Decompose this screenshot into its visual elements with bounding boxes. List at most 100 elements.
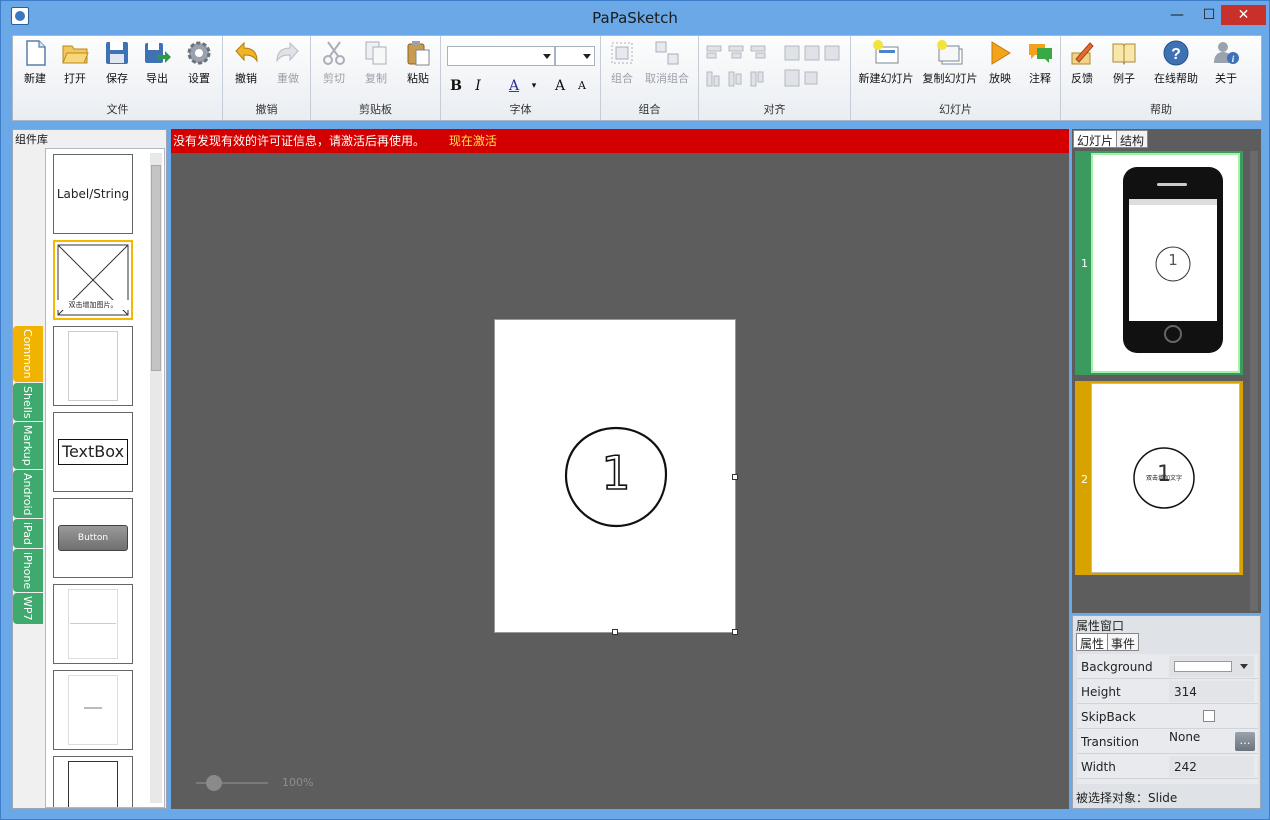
license-warning-bar: 没有发现有效的许可证信息，请激活后再使用。 现在激活 <box>171 129 1069 153</box>
comment-icon <box>1029 44 1052 63</box>
tab-properties[interactable]: 属性 <box>1076 633 1109 651</box>
undo-button[interactable]: 撤销 <box>229 39 263 86</box>
feedback-button[interactable]: 反馈 <box>1065 39 1099 86</box>
font-group-label: 字体 <box>509 103 532 116</box>
examples-button[interactable]: 例子 <box>1107 39 1141 86</box>
settings-button[interactable]: 设置 <box>183 39 215 86</box>
resize-handle-corner[interactable] <box>732 629 738 635</box>
slide-thumbnail-number: 1 <box>1081 257 1088 270</box>
gear-icon <box>187 41 211 65</box>
new-file-icon <box>26 40 46 66</box>
current-slide[interactable]: 1 <box>494 319 738 635</box>
ungroup-icon <box>655 41 679 65</box>
paragraph-preview <box>68 589 118 659</box>
play-button[interactable]: 放映 <box>985 39 1015 86</box>
save-disk-icon <box>106 42 128 64</box>
resize-handle-bottom[interactable] <box>612 629 618 635</box>
window-title: PaPaSketch <box>592 9 678 27</box>
help-group-label: 帮助 <box>1150 103 1172 116</box>
tab-ipad[interactable]: iPad <box>13 519 43 549</box>
comment-button[interactable]: 注释 <box>1025 39 1055 86</box>
slide-thumbnail-2[interactable]: 2 1 双击增加文字 <box>1075 381 1243 575</box>
save-button[interactable]: 保存 <box>101 39 133 86</box>
cut-button[interactable]: 剪切 <box>317 39 351 86</box>
slide-thumbnail-number: 2 <box>1081 473 1088 486</box>
width-input[interactable]: 242 <box>1169 756 1254 777</box>
copy-button[interactable]: 复制 <box>359 39 393 86</box>
copy-slide-icon <box>937 40 963 65</box>
transition-browse-button[interactable]: … <box>1235 732 1255 751</box>
tab-structure[interactable]: 结构 <box>1116 130 1149 148</box>
font-family-select[interactable] <box>447 46 555 66</box>
new-slide-button[interactable]: 新建幻灯片 <box>855 39 917 86</box>
open-folder-icon <box>62 45 89 64</box>
maximize-button[interactable]: ☐ <box>1196 5 1222 25</box>
component-label[interactable]: Label/String <box>53 154 133 234</box>
button-preview: Button <box>58 525 128 551</box>
slides-group: 新建幻灯片 复制幻灯片 放映 注释 幻灯片 <box>851 36 1061 120</box>
tab-shells[interactable]: Shells <box>13 382 43 422</box>
slides-scrollbar[interactable] <box>1250 151 1258 611</box>
thumbnail-circle-number: 1 <box>1168 251 1178 269</box>
activate-now-link[interactable]: 现在激活 <box>449 134 497 148</box>
zoom-control: 100% <box>196 773 336 793</box>
book-icon <box>1112 43 1136 66</box>
new-button[interactable]: 新建 <box>19 39 51 86</box>
slide-thumbnail-1[interactable]: 1 1 <box>1075 151 1243 375</box>
skipback-checkbox[interactable] <box>1203 710 1215 722</box>
undo-group: 撤销 重做 撤销 <box>223 36 311 120</box>
export-button[interactable]: 导出 <box>141 39 173 86</box>
zoom-slider-knob[interactable] <box>206 775 222 791</box>
group-button[interactable]: 组合 <box>607 39 637 86</box>
tab-wp7[interactable]: WP7 <box>13 593 43 624</box>
ungroup-button[interactable]: 取消组合 <box>641 39 693 86</box>
tab-common[interactable]: Common <box>13 326 43 382</box>
tab-markup[interactable]: Markup <box>13 422 43 469</box>
height-input[interactable]: 314 <box>1169 681 1254 702</box>
align-group-label: 对齐 <box>763 103 786 116</box>
close-button[interactable]: ✕ <box>1221 5 1266 25</box>
redo-button[interactable]: 重做 <box>271 39 305 86</box>
tab-iphone[interactable]: iPhone <box>13 549 43 593</box>
component-textbox[interactable]: TextBox <box>53 412 133 492</box>
font-color-dropdown[interactable]: ▾ <box>525 76 543 96</box>
component-list-scrollbar[interactable] <box>150 153 162 803</box>
component-category-tabs: Common Shells Markup Android iPad iPhone… <box>13 326 45 625</box>
italic-button[interactable]: I <box>469 76 487 96</box>
font-color-button[interactable]: A <box>505 76 523 96</box>
component-paragraph[interactable] <box>53 584 133 664</box>
tab-android[interactable]: Android <box>13 469 43 519</box>
component-button[interactable]: Button <box>53 498 133 578</box>
paste-button[interactable]: 粘贴 <box>401 39 435 86</box>
open-button[interactable]: 打开 <box>59 39 91 86</box>
about-button[interactable]: i 关于 <box>1209 39 1243 86</box>
slide-thumbnail-preview: 1 双击增加文字 <box>1091 383 1240 573</box>
resize-handle-right[interactable] <box>732 474 738 480</box>
align-group: 对齐 <box>699 36 851 120</box>
font-size-select[interactable] <box>555 46 595 66</box>
undo-arrow-icon <box>235 41 258 63</box>
background-color-picker[interactable] <box>1169 656 1254 677</box>
component-rectangle[interactable] <box>53 326 133 406</box>
grow-font-button[interactable]: A <box>551 76 569 96</box>
chevron-down-icon <box>583 54 591 59</box>
property-grid: Background Height 314 SkipBack Transitio… <box>1077 654 1258 784</box>
component-note[interactable] <box>53 670 133 750</box>
undo-group-label: 撤销 <box>255 103 278 116</box>
component-frame[interactable] <box>53 756 133 807</box>
design-canvas[interactable]: 没有发现有效的许可证信息，请激活后再使用。 现在激活 1 100% <box>171 129 1069 809</box>
clipboard-group: 剪切 复制 粘贴 剪贴板 <box>311 36 441 120</box>
property-name: Width <box>1081 760 1116 774</box>
online-help-button[interactable]: ? 在线帮助 <box>1151 39 1201 86</box>
bold-button[interactable]: B <box>447 76 465 96</box>
ribbon-toolbar: 新建 打开 保存 导出 设置 文件 撤销 重做 撤销 剪切 复制 粘贴 剪贴板 … <box>12 35 1262 121</box>
copy-slide-button[interactable]: 复制幻灯片 <box>919 39 981 86</box>
scrollbar-thumb[interactable] <box>151 165 161 371</box>
note-line <box>84 707 102 709</box>
shrink-font-button[interactable]: A <box>573 76 591 96</box>
component-image[interactable]: 双击增加图片。 <box>53 240 133 320</box>
export-icon <box>145 43 171 63</box>
tab-slides[interactable]: 幻灯片 <box>1073 130 1118 148</box>
minimize-button[interactable]: — <box>1164 5 1190 25</box>
tab-events[interactable]: 事件 <box>1107 633 1140 651</box>
